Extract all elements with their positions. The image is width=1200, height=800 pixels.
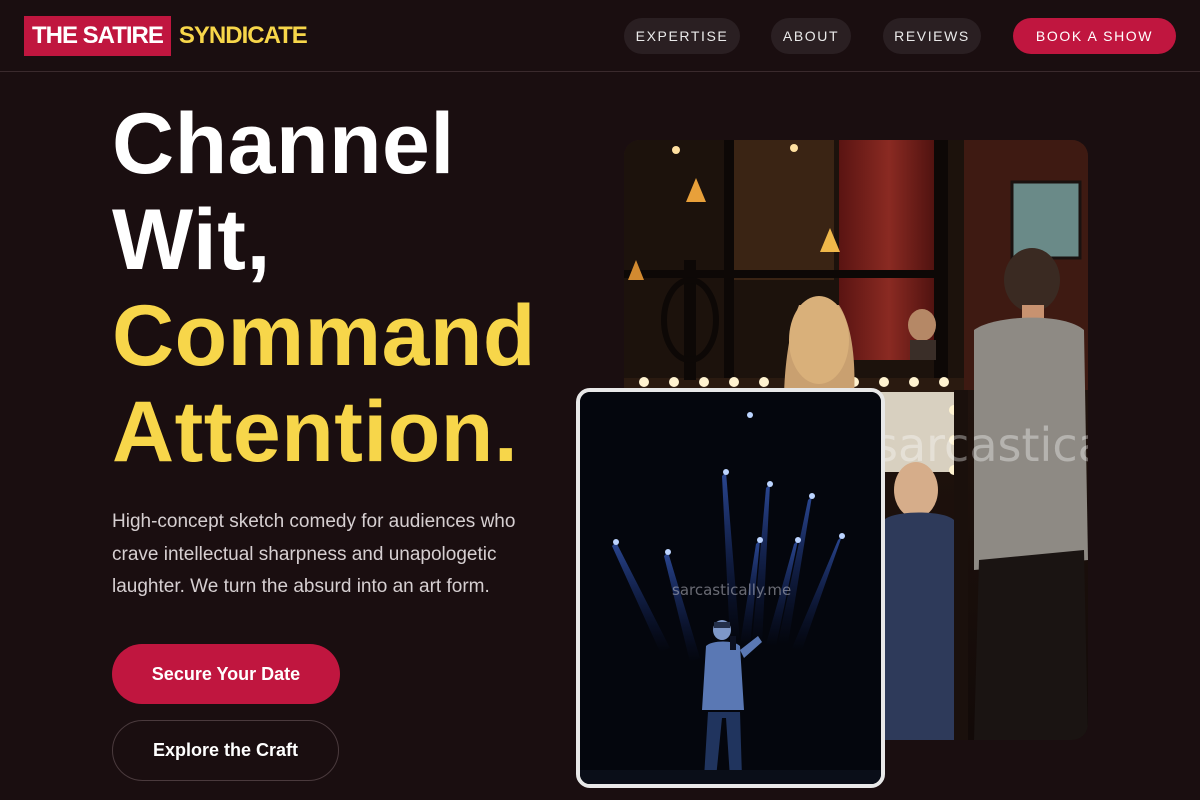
back-photo-watermark: sarcastically.me bbox=[874, 418, 1088, 472]
hero-headline: Channel Wit, Command Attention. bbox=[112, 96, 632, 480]
nav-link-expertise[interactable]: EXPERTISE bbox=[624, 18, 740, 54]
nav-link-about[interactable]: ABOUT bbox=[771, 18, 851, 54]
nav-link-reviews[interactable]: REVIEWS bbox=[883, 18, 981, 54]
secure-your-date-button[interactable]: Secure Your Date bbox=[112, 644, 340, 704]
headline-line-2: Wit, bbox=[112, 192, 271, 288]
logo[interactable]: THE SATIRE SYNDICATE bbox=[24, 16, 308, 56]
page: THE SATIRE SYNDICATE EXPERTISE ABOUT REV… bbox=[0, 0, 1200, 800]
logo-box-text: THE SATIRE bbox=[24, 16, 171, 56]
headline-line-4: Attention. bbox=[112, 384, 519, 480]
hero-subtitle: High-concept sketch comedy for audiences… bbox=[112, 511, 516, 597]
headline-line-1: Channel bbox=[112, 96, 455, 192]
explore-the-craft-button[interactable]: Explore the Craft bbox=[112, 720, 339, 781]
logo-rest-text: SYNDICATE bbox=[178, 22, 308, 49]
stage-performer-photo: sarcastically.me bbox=[576, 388, 885, 788]
front-photo-watermark: sarcastically.me bbox=[672, 581, 792, 599]
headline-line-3: Command bbox=[112, 288, 536, 384]
site-header: THE SATIRE SYNDICATE EXPERTISE ABOUT REV… bbox=[0, 0, 1200, 72]
book-a-show-button[interactable]: BOOK A SHOW bbox=[1013, 18, 1176, 54]
